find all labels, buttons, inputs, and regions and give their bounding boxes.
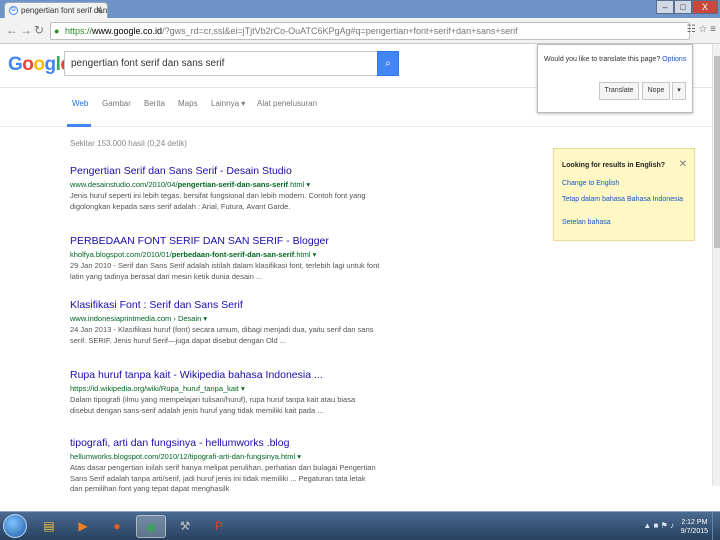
system-tray-icons[interactable]: ▲ ■ ⚑ ♪ (643, 521, 674, 530)
result-url-suffix: .html (294, 250, 311, 259)
result-url-bold: perbedaan-font-serif-dan-san-serif (171, 250, 295, 259)
tab-more[interactable]: Lainnya ▾ (211, 99, 245, 108)
tab-title: pengertian font serif dan (21, 6, 108, 15)
tools-app-icon[interactable]: ⚒ (170, 515, 200, 538)
result-snippet: Atas dasar pengertian inilah serif hanya… (70, 463, 376, 493)
logo-letter: g (44, 54, 57, 75)
start-button[interactable] (3, 514, 27, 538)
browser-toolbar: ← → ↻ ● https://www.google.co.id/?gws_rd… (0, 18, 720, 44)
result-url-text: hellumworks.blogspot.com/2010/12/tipogra… (70, 452, 296, 461)
result-url-text: kholfya.blogspot.com/2010/01/ (70, 250, 172, 259)
nope-button[interactable]: Nope (642, 82, 670, 100)
back-icon[interactable]: ← (6, 23, 18, 37)
tab-web[interactable]: Web (72, 99, 88, 108)
tab-search-tools[interactable]: Alat penelusuran (257, 99, 317, 108)
address-bar[interactable]: ● https://www.google.co.id/?gws_rd=cr,ss… (50, 22, 690, 40)
result-menu-arrow-icon[interactable]: ▾ (313, 250, 317, 259)
active-tab-indicator (67, 124, 91, 127)
search-result: Klasifikasi Font : Serif dan Sans Serif … (70, 299, 380, 346)
translate-question-text: Would you like to translate this page? (544, 56, 661, 63)
language-panel-heading: Looking for results in English? (562, 162, 666, 169)
logo-letter: o (33, 54, 45, 75)
translate-menu-button[interactable]: ▾ (672, 82, 686, 100)
google-favicon-icon: G (9, 6, 18, 15)
folder-app-icon[interactable]: ▤ (34, 515, 64, 538)
firefox-app-icon[interactable]: ● (102, 515, 132, 538)
translate-options-link[interactable]: Options (662, 56, 686, 63)
result-menu-arrow-icon[interactable]: ▾ (306, 180, 310, 189)
vertical-scrollbar[interactable] (712, 44, 720, 486)
change-to-english-link[interactable]: Change to English (562, 180, 619, 187)
logo-letter: o (22, 54, 34, 75)
translate-star-menu-icon[interactable]: ☷ ☆ ≡ (687, 24, 716, 35)
translate-popup: Would you like to translate this page? O… (537, 44, 693, 113)
result-snippet: 24 Jan 2013 - Klasifikasi huruf (font) s… (70, 325, 374, 345)
browser-tab-strip: G pengertian font serif dan X – □ X (0, 0, 720, 18)
result-url-suffix: .html (288, 180, 305, 189)
keep-indonesian-link[interactable]: Tetap dalam bahasa Bahasa Indonesia (562, 196, 683, 203)
address-scheme: https:// (65, 26, 93, 36)
maximize-button[interactable]: □ (674, 0, 692, 14)
forward-icon[interactable]: → (20, 23, 32, 37)
result-url-text: https://id.wikipedia.org/wiki/Rupa_huruf… (70, 384, 239, 393)
lock-icon: ● (54, 26, 60, 36)
tab-close-icon[interactable]: X (96, 5, 102, 15)
translate-button[interactable]: Translate (599, 82, 639, 100)
result-url: hellumworks.blogspot.com/2010/12/tipogra… (70, 452, 380, 461)
search-result: Rupa huruf tanpa kait - Wikipedia bahasa… (70, 369, 380, 416)
powerpoint-app-icon[interactable]: P (204, 515, 234, 538)
clock[interactable]: 2:12 PM 9/7/2015 (681, 518, 708, 536)
result-menu-arrow-icon[interactable]: ▾ (241, 384, 245, 393)
close-window-button[interactable]: X (692, 0, 718, 14)
result-url-text: www.desainstudio.com/2010/04/ (70, 180, 178, 189)
tab-images[interactable]: Gambar (102, 99, 131, 108)
search-result: PERBEDAAN FONT SERIF DAN SAN SERIF - Blo… (70, 235, 380, 282)
search-result: Pengertian Serif dan Sans Serif - Desain… (70, 165, 380, 212)
tab-news[interactable]: Berita (144, 99, 165, 108)
address-host: www.google.co.id (92, 26, 163, 36)
result-url: kholfya.blogspot.com/2010/01/perbedaan-f… (70, 250, 380, 259)
result-title-link[interactable]: Rupa huruf tanpa kait - Wikipedia bahasa… (70, 369, 380, 381)
translate-question: Would you like to translate this page? O… (544, 56, 686, 63)
tab-maps[interactable]: Maps (178, 99, 198, 108)
result-snippet: 29 Jan 2010 - Serif dan Sans Serif adala… (70, 261, 380, 281)
chrome-app-icon[interactable]: ◉ (136, 515, 166, 538)
result-snippet: Dalam tipografi (ilmu yang mempelajari t… (70, 395, 356, 415)
result-title-link[interactable]: PERBEDAAN FONT SERIF DAN SAN SERIF - Blo… (70, 235, 380, 247)
clock-time: 2:12 PM (681, 519, 708, 526)
language-settings-link[interactable]: Setelan bahasa (562, 219, 611, 226)
google-logo[interactable]: Google (8, 54, 71, 76)
address-path: /?gws_rd=cr,ssl&ei=jTjtVb2rCo-OuATC6KPgA… (162, 26, 518, 36)
result-url: www.indonesiaprintmedia.com › Desain ▾ (70, 314, 380, 323)
browser-tab[interactable]: G pengertian font serif dan X (4, 2, 108, 18)
result-title-link[interactable]: tipografi, arti dan fungsinya - hellumwo… (70, 437, 380, 449)
result-url-bold: pengertian-serif-dan-sans-serif (177, 180, 289, 189)
logo-letter: G (8, 54, 23, 75)
result-menu-arrow-icon[interactable]: ▾ (297, 452, 301, 461)
window-controls: – □ X (656, 0, 718, 14)
reload-icon[interactable]: ↻ (34, 23, 44, 37)
scrollbar-thumb[interactable] (714, 56, 720, 248)
result-url: www.desainstudio.com/2010/04/pengertian-… (70, 180, 380, 189)
language-suggestion-panel: Looking for results in English? ✕ Change… (553, 148, 695, 241)
search-result: tipografi, arti dan fungsinya - hellumwo… (70, 437, 380, 495)
result-title-link[interactable]: Klasifikasi Font : Serif dan Sans Serif (70, 299, 380, 311)
search-button[interactable]: ⌕ (377, 51, 399, 76)
result-url: https://id.wikipedia.org/wiki/Rupa_huruf… (70, 384, 380, 393)
result-menu-arrow-icon[interactable]: ▾ (203, 314, 207, 323)
result-stats: Sekitar 153.000 hasil (0,24 detik) (70, 139, 187, 148)
show-desktop-button[interactable] (712, 512, 720, 540)
minimize-button[interactable]: – (656, 0, 674, 14)
screen: G pengertian font serif dan X – □ X ← → … (0, 0, 720, 540)
tabs-divider (0, 126, 712, 127)
media-app-icon[interactable]: ▶ (68, 515, 98, 538)
language-panel-close-icon[interactable]: ✕ (679, 159, 687, 170)
windows-taskbar: ▤ ▶ ● ◉ ⚒ P ▲ ■ ⚑ ♪ 2:12 PM 9/7/2015 (0, 511, 720, 540)
search-icon: ⌕ (385, 58, 391, 69)
search-input[interactable]: pengertian font serif dan sans serif (64, 51, 378, 76)
clock-date: 9/7/2015 (680, 528, 708, 535)
result-snippet: Jenis huruf seperti ini lebih tegas, ber… (70, 191, 366, 211)
result-title-link[interactable]: Pengertian Serif dan Sans Serif - Desain… (70, 165, 380, 177)
result-url-text: www.indonesiaprintmedia.com › Desain (70, 314, 202, 323)
